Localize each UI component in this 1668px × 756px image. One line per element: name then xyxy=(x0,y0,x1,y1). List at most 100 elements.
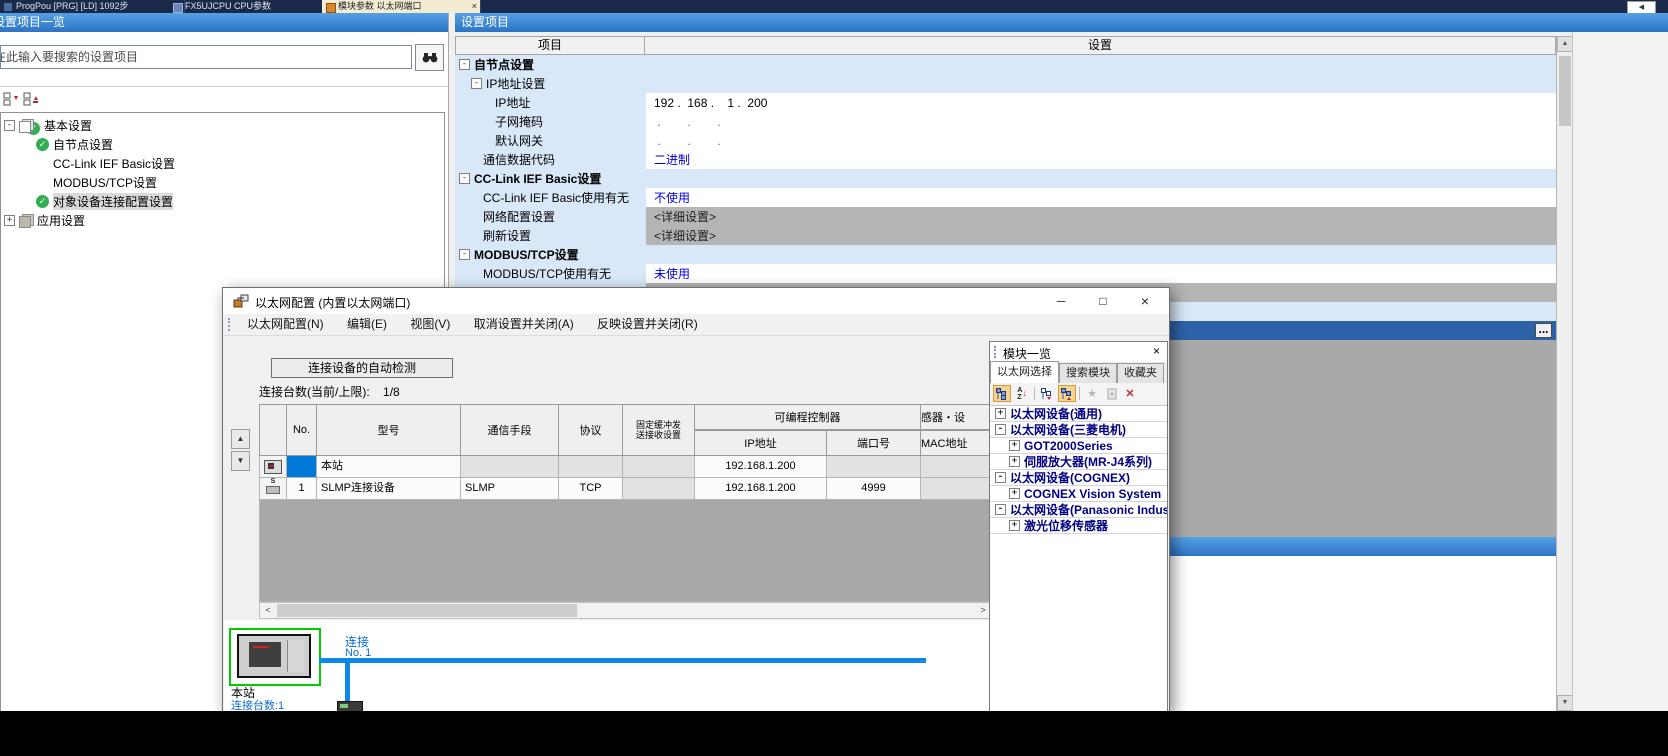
hscroll-thumb[interactable] xyxy=(277,604,577,617)
settings-row-label[interactable]: 网络配置设置 xyxy=(455,207,674,227)
row-slmp-icon-cell[interactable]: S xyxy=(259,478,287,500)
display-order-icon[interactable] xyxy=(993,385,1011,402)
expand-icon[interactable]: + xyxy=(1009,488,1020,499)
settings-row-value[interactable]: 不使用 xyxy=(646,188,1564,208)
scroll-left-button[interactable]: < xyxy=(260,603,276,618)
module-tree-item-got2000[interactable]: +GOT2000Series xyxy=(990,438,1167,454)
maximize-button[interactable]: □ xyxy=(1086,290,1120,312)
scroll-up-button[interactable]: ▲ xyxy=(1557,36,1573,52)
settings-row-label[interactable]: -CC-Link IEF Basic设置 xyxy=(455,169,650,189)
row-host-no-cell[interactable] xyxy=(287,456,317,478)
settings-row-value xyxy=(646,55,1564,75)
row-slmp-no-cell[interactable]: 1 xyxy=(287,478,317,500)
settings-row-label[interactable]: -自节点设置 xyxy=(455,55,650,75)
slmp-device-image[interactable] xyxy=(337,701,363,711)
settings-row-value[interactable]: . . . xyxy=(646,112,1564,132)
collapse-icon[interactable]: - xyxy=(995,472,1006,483)
search-button[interactable] xyxy=(415,44,444,71)
tree-expand-all-icon[interactable] xyxy=(23,92,39,106)
collapse-icon[interactable]: - xyxy=(995,504,1006,515)
tree-collapse-all-icon[interactable] xyxy=(3,92,19,106)
sort-az-icon[interactable]: AZ↓ xyxy=(1013,385,1031,402)
move-row-down-button[interactable]: ▼ xyxy=(231,451,250,471)
module-tree-item-laser-sensor[interactable]: +激光位移传感器 xyxy=(990,518,1167,534)
tree-item-modbus[interactable]: MODBUS/TCP设置 xyxy=(53,173,157,192)
tree-collapse-icon[interactable] xyxy=(1038,385,1056,402)
settings-row-label[interactable]: CC-Link IEF Basic使用有无 xyxy=(455,188,674,208)
panel-drag-handle[interactable] xyxy=(994,346,998,358)
tree-item-label: MODBUS/TCP设置 xyxy=(53,174,157,191)
expand-icon[interactable]: + xyxy=(1009,456,1020,467)
module-tree-item-mitsubishi[interactable]: -以太网设备(三菱电机) xyxy=(990,422,1167,438)
header-ip: IP地址 xyxy=(695,430,827,456)
tree-item-cclink[interactable]: CC-Link IEF Basic设置 xyxy=(53,154,175,173)
tab-progpou[interactable]: ProgPou [PRG] [LD] 1092步 xyxy=(0,0,185,13)
ladder-doc-icon xyxy=(4,3,12,11)
tree-expand-icon[interactable] xyxy=(1058,385,1076,402)
expand-icon[interactable]: + xyxy=(1009,520,1020,531)
row-host-model-cell[interactable]: 本站 xyxy=(317,456,461,478)
module-tree-item-servo[interactable]: +伺服放大器(MR-J4系列) xyxy=(990,454,1167,470)
settings-row-label[interactable]: MODBUS/TCP使用有无 xyxy=(455,264,674,284)
host-plc-image[interactable] xyxy=(237,634,311,678)
close-button[interactable]: × xyxy=(1128,290,1162,312)
menu-ethernet-config[interactable]: 以太网配置(N) xyxy=(237,314,334,334)
tab-search-module[interactable]: 搜索模块 xyxy=(1059,363,1117,383)
settings-row-value[interactable]: <详细设置> xyxy=(646,226,1564,246)
menu-drag-handle[interactable] xyxy=(228,318,232,331)
auto-detect-button[interactable]: 连接设备的自动检测 xyxy=(271,358,453,378)
expand-icon[interactable]: + xyxy=(995,408,1006,419)
tab-cpu-param[interactable]: FX5UJCPU CPU参数 xyxy=(169,0,338,13)
tree-item-application-settings[interactable]: + 应用设置 xyxy=(4,211,85,230)
module-panel-close-icon[interactable]: × xyxy=(1153,344,1160,358)
tab-ethernet-select[interactable]: 以太网选择 xyxy=(990,361,1059,383)
search-input[interactable]: 在此输入要搜索的设置项目 xyxy=(0,45,412,69)
settings-row-label[interactable]: 刷新设置 xyxy=(455,226,674,246)
module-tree-item-cognex-vision[interactable]: +COGNEX Vision System xyxy=(990,486,1167,502)
row-slmp-comm-cell[interactable]: SLMP xyxy=(461,478,559,500)
menu-view[interactable]: 视图(V) xyxy=(400,314,460,334)
row-slmp-model-cell[interactable]: SLMP连接设备 xyxy=(317,478,461,500)
dialog-title-bar[interactable]: 以太网配置 (内置以太网端口) ─ □ × xyxy=(223,288,1169,315)
row-slmp-protocol-cell[interactable]: TCP xyxy=(559,478,623,500)
tab-favorites[interactable]: 收藏夹 xyxy=(1117,363,1164,383)
row-host-ip-cell[interactable]: 192.168.1.200 xyxy=(695,456,827,478)
column-header-item: 项目 xyxy=(455,36,645,55)
module-tree-item-generic[interactable]: +以太网设备(通用) xyxy=(990,406,1167,422)
scroll-thumb[interactable] xyxy=(1559,56,1571,126)
scroll-down-button[interactable]: ▼ xyxy=(1557,695,1573,711)
tree-item-own-node[interactable]: ✓ 自节点设置 xyxy=(36,135,113,154)
settings-row-value[interactable]: 未使用 xyxy=(646,264,1564,284)
connection-count-value: 1/8 xyxy=(383,385,400,399)
table-hscrollbar[interactable]: < > xyxy=(259,602,991,619)
arrow-right-icon: > xyxy=(980,605,985,615)
tab-module-param[interactable]: 模块参数 以太网端口 × xyxy=(322,0,481,13)
tree-item-target-device-config[interactable]: ✓ 对象设备连接配置设置 xyxy=(36,192,173,211)
collapse-icon[interactable]: - xyxy=(995,424,1006,435)
menu-apply-close[interactable]: 反映设置并关闭(R) xyxy=(587,314,708,334)
tab-close-icon[interactable]: × xyxy=(472,0,477,13)
minimize-button[interactable]: ─ xyxy=(1044,290,1078,312)
collapse-icon[interactable]: - xyxy=(4,120,15,131)
settings-vscrollbar[interactable]: ▲ ▼ xyxy=(1556,36,1573,711)
row-slmp-port-cell[interactable]: 4999 xyxy=(827,478,921,500)
row-host-icon-cell[interactable] xyxy=(259,456,287,478)
detail-settings-button[interactable]: ... xyxy=(1535,323,1552,338)
menu-edit[interactable]: 编辑(E) xyxy=(337,314,397,334)
menu-cancel-close[interactable]: 取消设置并关闭(A) xyxy=(464,314,584,334)
expand-icon[interactable]: + xyxy=(1009,440,1020,451)
settings-row-value[interactable]: 二进制 xyxy=(646,150,1564,170)
module-tree-item-panasonic[interactable]: -以太网设备(Panasonic Industri xyxy=(990,502,1167,518)
move-row-up-button[interactable]: ▲ xyxy=(231,429,250,449)
settings-row-label[interactable]: -IP地址设置 xyxy=(455,74,662,94)
tree-item-basic-settings[interactable]: - ✓ 基本设置 xyxy=(4,116,92,135)
host-station-selection[interactable] xyxy=(229,628,321,686)
settings-row-value[interactable]: <详细设置> xyxy=(646,207,1564,227)
settings-row-value[interactable]: . . . xyxy=(646,131,1564,151)
expand-icon[interactable]: + xyxy=(4,215,15,226)
settings-row-label[interactable]: 通信数据代码 xyxy=(455,150,674,170)
settings-row-label[interactable]: -MODBUS/TCP设置 xyxy=(455,245,650,265)
module-tree-item-cognex[interactable]: -以太网设备(COGNEX) xyxy=(990,470,1167,486)
row-slmp-ip-cell[interactable]: 192.168.1.200 xyxy=(695,478,827,500)
settings-row-value[interactable]: 192 . 168 . 1 . 200 xyxy=(646,93,1564,113)
